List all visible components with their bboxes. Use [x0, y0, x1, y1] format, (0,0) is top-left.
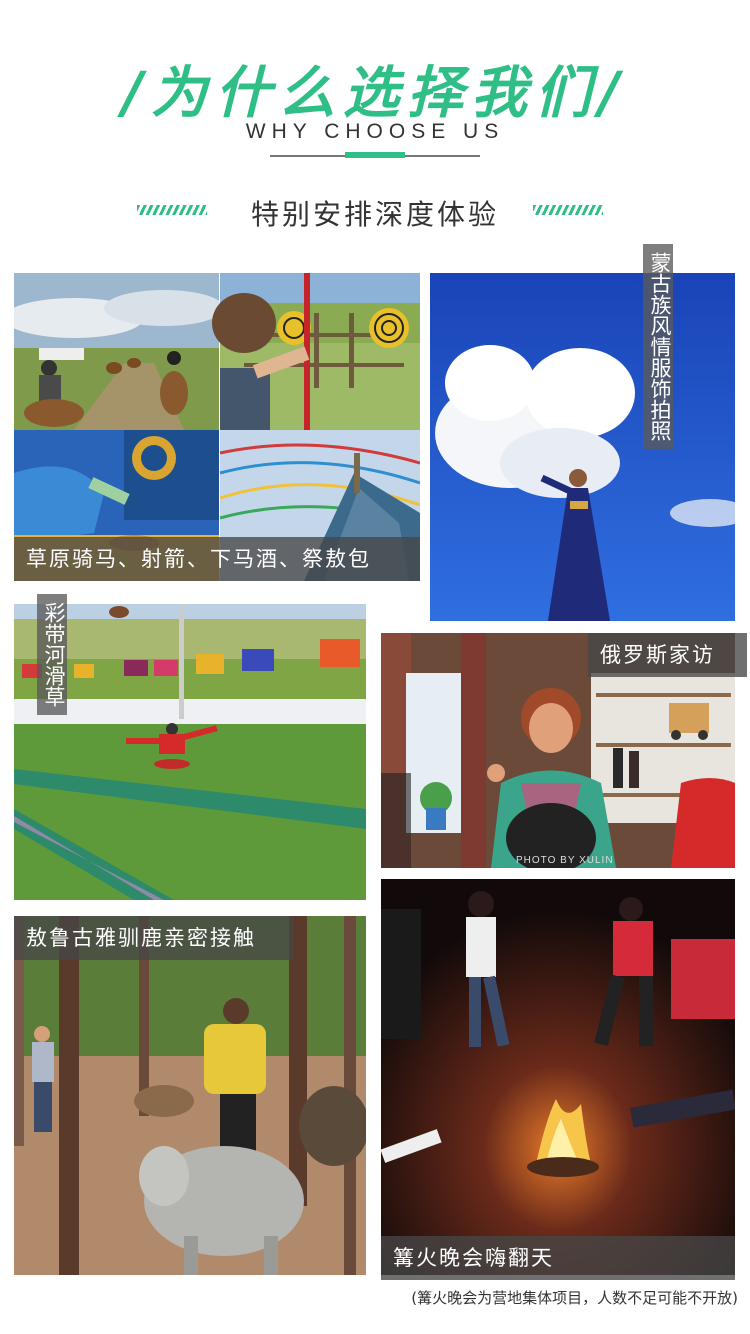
caption-reindeer: 敖鲁古雅驯鹿亲密接触	[14, 916, 294, 960]
mongolian-costume-photo	[430, 273, 735, 621]
grassland-activities-photo	[14, 273, 420, 581]
caption-ribbon-river-slide: 彩带河滑草	[37, 594, 67, 715]
photo-watermark: PHOTO BY XULIN	[516, 855, 614, 866]
reindeer-photo	[14, 916, 366, 1275]
caption-bonfire: 篝火晚会嗨翻天	[381, 1236, 735, 1280]
section-title: 特别安排深度体验	[250, 198, 499, 231]
bonfire-party-photo	[381, 879, 735, 1275]
stripe-decoration-right	[533, 205, 603, 215]
caption-mongolian-costume: 蒙古族风情服饰拍照	[643, 244, 673, 449]
page-subtitle: WHY CHOOSE US	[245, 120, 505, 143]
caption-grassland-activities: 草原骑马、射箭、下马酒、祭敖包	[14, 537, 420, 581]
bonfire-footnote: (篝火晚会为营地集体项目，人数不足可能不开放)	[411, 1289, 738, 1307]
subtitle-accent-bar	[345, 152, 405, 158]
caption-russian-home-visit: 俄罗斯家访	[588, 633, 747, 677]
page-title: /为什么选择我们/	[122, 61, 628, 126]
